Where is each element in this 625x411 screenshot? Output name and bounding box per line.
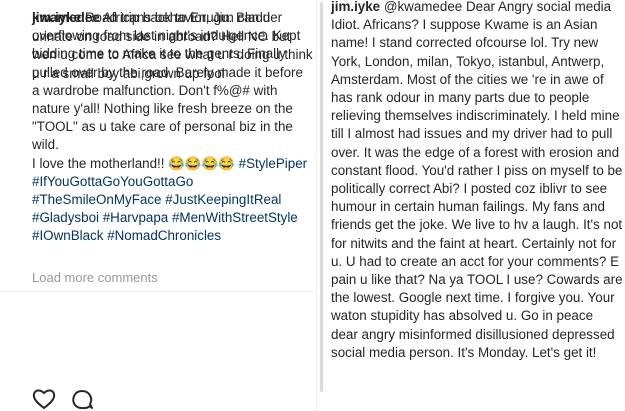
reply-username[interactable]: kwamedee (32, 10, 100, 25)
divider (0, 291, 314, 292)
hashtag-iownblack[interactable]: #IOwnBlack (32, 228, 103, 243)
right-comment-panel: jim.iyke @kwamedee Dear Angry social med… (318, 0, 625, 411)
panel-divider (316, 0, 317, 411)
hashtag-thesmileonmyface[interactable]: #TheSmileOnMyFace (32, 192, 162, 207)
reply-comment: kwamedee Africans behavior, Jim can u ur… (32, 9, 314, 83)
hashtag-menwithstreetstyle[interactable]: #MenWithStreetStyle (172, 210, 298, 225)
caption-line2: I love the motherland!! 😂😂😂😂 (32, 155, 239, 171)
hashtag-gladysboi[interactable]: #Gladysboi (32, 210, 99, 225)
hashtag-stylepiper[interactable]: #StylePiper (239, 156, 307, 171)
reply-text-jim: Dear Angry social media Idiot. Africans?… (331, 0, 623, 360)
left-comment-panel: jim.iyke Road trip back to Enugu. Bladde… (0, 0, 314, 411)
heart-icon[interactable] (32, 388, 56, 410)
comment-icon[interactable] (70, 388, 94, 410)
mention-link[interactable]: @kwamedee (384, 0, 462, 14)
reply-username-jim[interactable]: jim.iyke (331, 0, 380, 14)
hashtag-harvpapa[interactable]: #Harvpapa (103, 210, 169, 225)
hashtag-nomadchronicles[interactable]: #NomadChronicles (107, 228, 221, 243)
hashtag-ifyougottago[interactable]: #IfYouGottaGoYouGottaGo (32, 174, 193, 189)
post-actions (32, 388, 94, 410)
hashtag-justkeepingitreal[interactable]: #JustKeepingItReal (165, 192, 281, 207)
load-more-comments-link[interactable]: Load more comments (32, 270, 158, 285)
reply-comment-jim: jim.iyke @kwamedee Dear Angry social med… (331, 0, 623, 362)
